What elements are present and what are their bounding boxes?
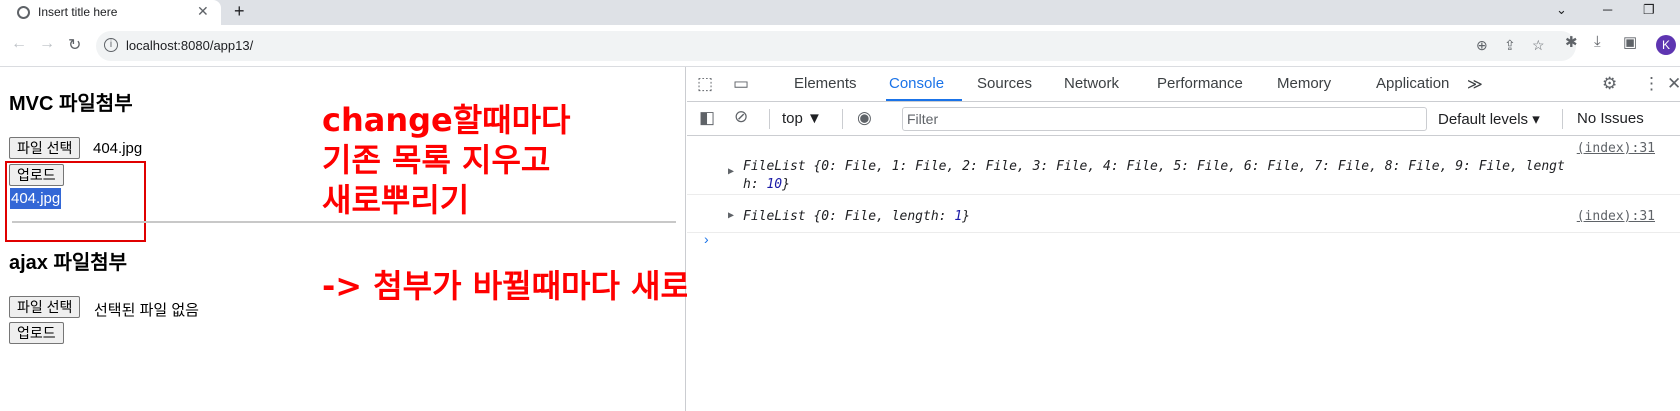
annotation-line-3: 새로뿌리기	[322, 181, 470, 219]
separator	[769, 109, 770, 129]
share-icon[interactable]: ⇪	[1504, 37, 1516, 54]
tab-search-icon[interactable]: ⌄	[1556, 2, 1567, 18]
log-text-line-1[interactable]: FileList {0: File, 1: File, 2: File, 3: …	[743, 159, 1565, 174]
tab-close-icon[interactable]: ✕	[197, 3, 209, 20]
tab-network[interactable]: Network	[1064, 75, 1119, 92]
page-content: MVC 파일첨부 파일 선택 404.jpg 업로드 404.jpg ajax …	[0, 67, 819, 411]
devtools-tabbar: ⬚ ▭ Elements Console Sources Network Per…	[687, 67, 1680, 102]
site-info-icon[interactable]: i	[104, 38, 118, 52]
clear-console-icon[interactable]: ⊘	[734, 107, 748, 127]
reload-button[interactable]: ↻	[68, 35, 81, 55]
console-log-entry: (index):31 ▶ FileList {0: File, length: …	[687, 207, 1680, 233]
bookmark-star-icon[interactable]: ☆	[1532, 37, 1545, 54]
more-tabs-icon[interactable]: ≫	[1467, 75, 1483, 93]
mvc-heading: MVC 파일첨부	[9, 93, 133, 115]
log-text[interactable]: FileList {0: File, length: 1}	[743, 209, 970, 224]
inspect-element-icon[interactable]: ⬚	[697, 74, 713, 94]
context-selector[interactable]: top ▼	[782, 110, 822, 127]
tab-sources[interactable]: Sources	[977, 75, 1032, 92]
ajax-file-select-button[interactable]: 파일 선택	[9, 296, 81, 318]
log-text-line-2: h: 10}	[743, 177, 790, 192]
tab-title: Insert title here	[38, 5, 118, 19]
forward-button[interactable]: →	[39, 35, 55, 53]
log-source-link[interactable]: (index):31	[1577, 141, 1655, 156]
tab-memory[interactable]: Memory	[1277, 75, 1331, 92]
log-text-fragment: h:	[743, 177, 767, 192]
console-filter-bar: ◧ ⊘ top ▼ ◉ Filter Default levels ▾ No I…	[687, 102, 1680, 136]
tab-elements[interactable]: Elements	[794, 75, 857, 92]
ajax-upload-button[interactable]: 업로드	[9, 322, 64, 344]
separator	[1562, 109, 1563, 129]
log-text-fragment: }	[962, 209, 970, 224]
ajax-heading: ajax 파일첨부	[9, 252, 128, 274]
url-text[interactable]: localhost:8080/app13/	[126, 38, 253, 53]
tab-application[interactable]: Application	[1376, 75, 1449, 92]
back-button[interactable]: ←	[11, 35, 27, 53]
settings-gear-icon[interactable]: ⚙	[1602, 74, 1617, 94]
log-number: 1	[954, 209, 963, 224]
active-tab-indicator	[886, 99, 962, 101]
maximize-button[interactable]: ❐	[1643, 2, 1655, 18]
divider	[12, 221, 676, 223]
tab-console[interactable]: Console	[889, 75, 944, 92]
extensions-icon[interactable]: ✱	[1565, 33, 1578, 51]
zoom-icon[interactable]: ⊕	[1476, 37, 1488, 54]
sidebar-toggle-icon[interactable]: ◧	[699, 108, 715, 128]
log-number: 10	[766, 177, 783, 192]
tab-performance[interactable]: Performance	[1157, 75, 1243, 92]
tab-strip: Insert title here ✕ + ⌄ ─ ❐	[0, 0, 1680, 25]
browser-toolbar: ← → ↻ i localhost:8080/app13/ ⊕ ⇪ ☆ ✱ ⤓ …	[0, 25, 1680, 67]
side-panel-icon[interactable]: ▣	[1623, 33, 1637, 51]
issues-counter[interactable]: No Issues	[1577, 110, 1644, 127]
log-source-link[interactable]: (index):31	[1577, 209, 1655, 224]
eye-icon[interactable]: ◉	[857, 108, 872, 128]
globe-icon	[17, 6, 30, 19]
expand-triangle-icon[interactable]: ▶	[728, 210, 734, 221]
address-bar[interactable]: i localhost:8080/app13/ ⊕ ⇪ ☆	[96, 31, 1576, 61]
minimize-button[interactable]: ─	[1603, 2, 1612, 17]
devtools-panel: ⬚ ▭ Elements Console Sources Network Per…	[687, 67, 1680, 411]
ajax-file-status: 선택된 파일 없음	[94, 302, 199, 319]
log-text-fragment: }	[782, 177, 790, 192]
device-toolbar-icon[interactable]: ▭	[733, 74, 749, 94]
console-prompt-icon[interactable]: ›	[704, 231, 709, 247]
console-filter-input[interactable]: Filter	[902, 107, 1427, 131]
mvc-file-select-button[interactable]: 파일 선택	[9, 137, 81, 159]
log-text-fragment: FileList {0: File, length:	[743, 209, 955, 224]
profile-avatar[interactable]: K	[1656, 35, 1676, 55]
download-icon[interactable]: ⤓	[1594, 33, 1601, 50]
close-devtools-icon[interactable]: ✕	[1667, 74, 1680, 94]
separator	[842, 109, 843, 129]
browser-tab[interactable]: Insert title here ✕	[0, 0, 221, 25]
more-options-icon[interactable]: ⋮	[1643, 74, 1660, 94]
expand-triangle-icon[interactable]: ▶	[728, 166, 734, 177]
mvc-file-name: 404.jpg	[93, 140, 143, 157]
console-log-entry: (index):31 ▶ FileList {0: File, 1: File,…	[687, 139, 1680, 195]
log-levels-dropdown[interactable]: Default levels ▾	[1438, 110, 1540, 128]
highlight-box	[5, 161, 146, 242]
new-tab-button[interactable]: +	[234, 1, 245, 22]
